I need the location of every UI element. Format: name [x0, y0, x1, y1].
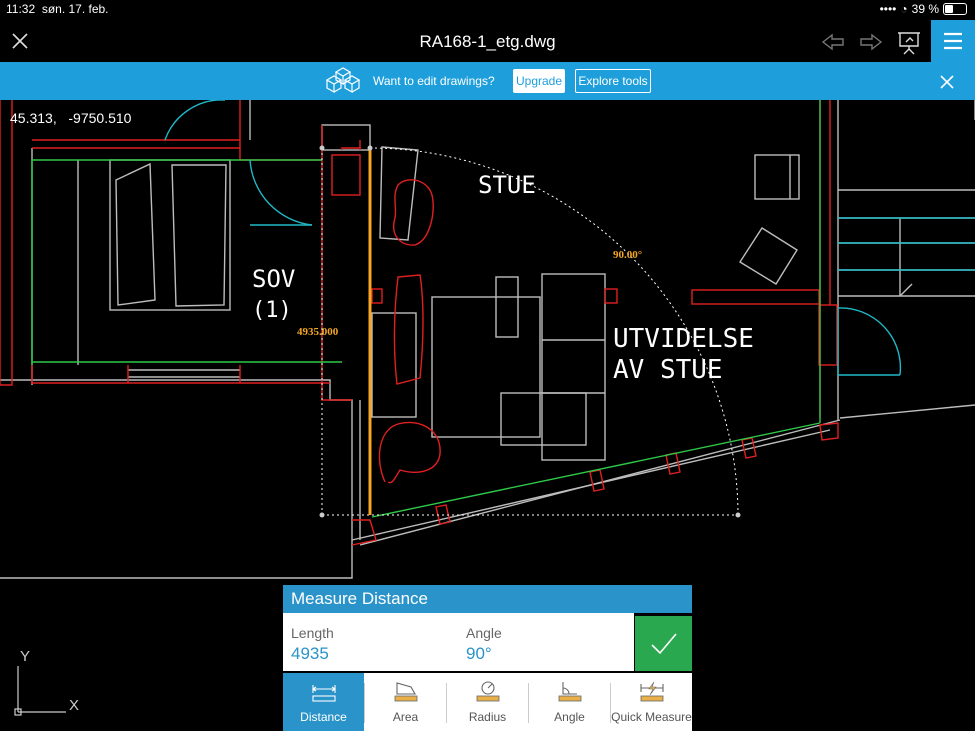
- tool-distance[interactable]: Distance: [283, 673, 364, 731]
- door-arcs: [164, 100, 975, 376]
- upgrade-banner: Want to edit drawings? Upgrade Explore t…: [0, 62, 975, 100]
- status-bar: 11:32 søn. 17. feb. •••• ◔ 39 %: [0, 0, 975, 20]
- room-label-sov: SOV: [252, 265, 295, 293]
- length-annotation: 4935.000: [297, 326, 339, 338]
- checkmark-icon: [651, 633, 677, 655]
- confirm-button[interactable]: [635, 616, 692, 671]
- measure-panel: Measure Distance Length 4935 Angle 90° D…: [283, 585, 692, 731]
- menu-button[interactable]: [931, 20, 975, 62]
- measure-panel-title: Measure Distance: [283, 585, 692, 613]
- quick-measure-icon: [640, 681, 664, 702]
- angle-icon: [558, 682, 582, 702]
- red-walls: [0, 100, 839, 546]
- explore-tools-button[interactable]: Explore tools: [575, 69, 651, 93]
- length-value: 4935: [291, 644, 329, 663]
- title-bar: RA168-1_etg.dwg: [0, 20, 975, 62]
- room-label-av-stue: AV STUE: [613, 355, 723, 385]
- tool-label: Area: [392, 710, 419, 724]
- tool-radius[interactable]: Radius: [447, 673, 528, 731]
- tool-label: Quick Measure: [611, 710, 692, 724]
- measure-handle[interactable]: [367, 145, 373, 151]
- redo-icon[interactable]: [858, 29, 884, 55]
- angle-value: 90°: [466, 644, 492, 663]
- measure-handle[interactable]: [319, 145, 325, 151]
- coordinate-readout: 45.313, -9750.510: [10, 110, 132, 126]
- room-label-stue: STUE: [478, 171, 536, 199]
- battery-icon: [943, 3, 967, 15]
- tool-area[interactable]: Area: [365, 673, 446, 731]
- undo-icon[interactable]: [820, 29, 846, 55]
- area-icon: [394, 682, 418, 702]
- upgrade-button[interactable]: Upgrade: [513, 69, 565, 93]
- wifi-icon: ••••: [879, 2, 897, 16]
- battery-percent: 39 %: [911, 2, 939, 16]
- tool-quick-measure[interactable]: Quick Measure: [611, 673, 692, 731]
- presentation-icon[interactable]: [896, 29, 922, 55]
- green-lines: [31, 100, 821, 518]
- status-time: 11:32 søn. 17. feb.: [6, 2, 109, 16]
- cubes-icon: [325, 67, 361, 94]
- ucs-axis-icon: Y X: [14, 648, 79, 716]
- banner-close-icon[interactable]: [938, 73, 956, 91]
- wifi-signal-icon: ◔: [900, 2, 908, 16]
- radius-icon: [476, 681, 500, 702]
- length-label: Length: [291, 625, 334, 641]
- ruler-distance-icon: [312, 685, 336, 702]
- tool-label: Radius: [468, 710, 507, 724]
- room-label-utvidelse: UTVIDELSE: [613, 324, 754, 354]
- hamburger-icon: [944, 32, 962, 50]
- measure-readout: Length 4935 Angle 90°: [283, 613, 634, 671]
- status-right: •••• ◔ 39 %: [880, 2, 967, 16]
- tool-angle[interactable]: Angle: [529, 673, 610, 731]
- tool-label: Angle: [554, 710, 585, 724]
- room-label-sov-num: (1): [252, 298, 292, 323]
- measure-toolbar: Distance Area Radius Angle Quick Measure: [283, 673, 692, 731]
- measure-handle[interactable]: [319, 512, 325, 518]
- measure-handle[interactable]: [735, 512, 741, 518]
- banner-text: Want to edit drawings?: [373, 74, 495, 88]
- room-labels: STUE SOV (1) UTVIDELSE AV STUE: [252, 171, 754, 385]
- axis-x-label: X: [69, 697, 79, 714]
- axis-y-label: Y: [20, 648, 30, 665]
- tool-label: Distance: [300, 710, 347, 724]
- angle-label: Angle: [466, 625, 502, 641]
- angle-annotation: 90.00°: [613, 249, 642, 261]
